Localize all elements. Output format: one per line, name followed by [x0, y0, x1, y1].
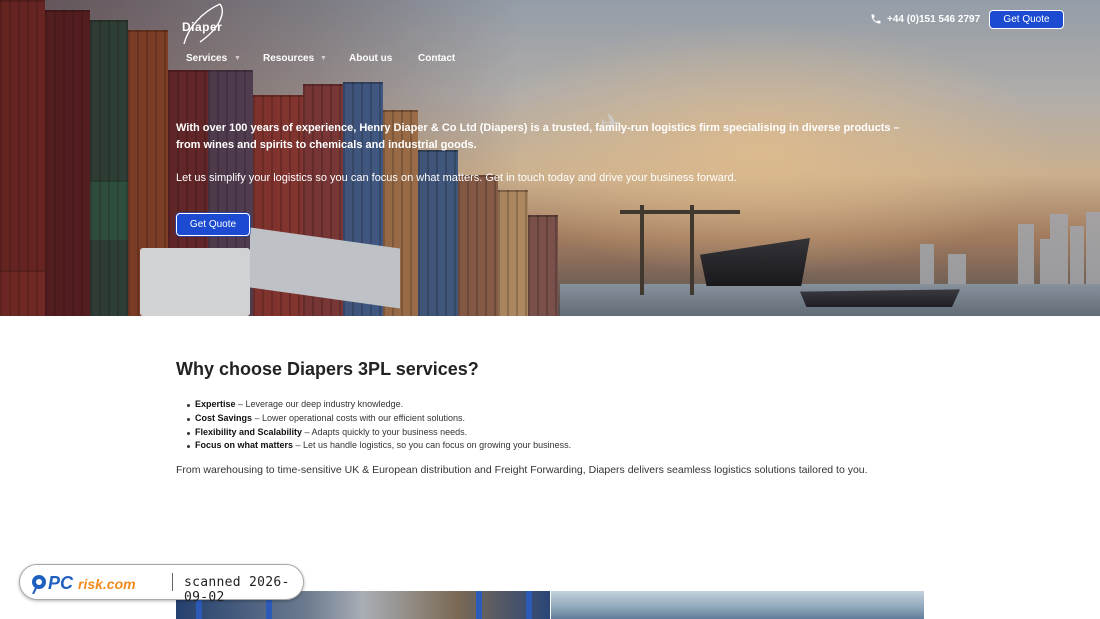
list-item: Expertise – Leverage our deep industry k… — [186, 398, 571, 412]
watermark-divider — [172, 573, 173, 591]
get-quote-button-header[interactable]: Get Quote — [989, 10, 1064, 29]
benefit-term: Expertise — [195, 399, 236, 409]
logo-text[interactable]: Diaper — [182, 20, 222, 34]
header-phone[interactable]: +44 (0)151 546 2797 — [870, 13, 980, 25]
benefits-list: Expertise – Leverage our deep industry k… — [186, 398, 572, 453]
get-quote-button-hero[interactable]: Get Quote — [176, 213, 250, 236]
phone-number[interactable]: +44 (0)151 546 2797 — [887, 14, 980, 25]
phone-icon — [871, 14, 881, 24]
section-summary: From warehousing to time-sensitive UK & … — [176, 464, 868, 476]
benefit-term: Cost Savings — [195, 412, 253, 423]
hero-text: With over 100 years of experience, Henry… — [176, 120, 921, 185]
nav-services[interactable]: Services — [186, 53, 227, 64]
benefit-desc: – Leverage our deep industry knowledge. — [235, 399, 404, 409]
hero-lead: With over 100 years of experience, Henry… — [176, 122, 900, 151]
nav-resources[interactable]: Resources — [263, 53, 314, 64]
chevron-down-icon[interactable]: ▼ — [234, 55, 241, 62]
benefit-term: Flexibility and Scalability — [195, 426, 303, 437]
list-item: Focus on what matters – Let us handle lo… — [186, 439, 572, 453]
benefit-term: Focus on what matters — [195, 440, 294, 451]
nav-contact[interactable]: Contact — [418, 53, 455, 64]
svg-text:PC: PC — [48, 573, 74, 593]
pcrisk-watermark: PC risk.com scanned 2026-09-02 — [19, 564, 304, 605]
section-title: Why choose Diapers 3PL services? — [176, 359, 479, 379]
list-item: Cost Savings – Lower operational costs w… — [186, 412, 571, 426]
benefit-desc: – Let us handle logistics, so you can fo… — [293, 440, 572, 451]
scan-date: scanned 2026-09-02 — [184, 575, 290, 605]
svg-text:risk.com: risk.com — [78, 576, 136, 592]
benefit-desc: – Lower operational costs with our effic… — [252, 412, 465, 423]
list-item: Flexibility and Scalability – Adapts qui… — [186, 426, 571, 440]
benefit-desc: – Adapts quickly to your business needs. — [302, 426, 468, 437]
pcrisk-logo: PC risk.com — [32, 573, 136, 594]
hero-subtext: Let us simplify your logistics so you ca… — [176, 172, 737, 184]
chevron-down-icon[interactable]: ▼ — [320, 55, 327, 62]
sea-image — [551, 591, 924, 619]
nav-about-us[interactable]: About us — [349, 53, 392, 64]
